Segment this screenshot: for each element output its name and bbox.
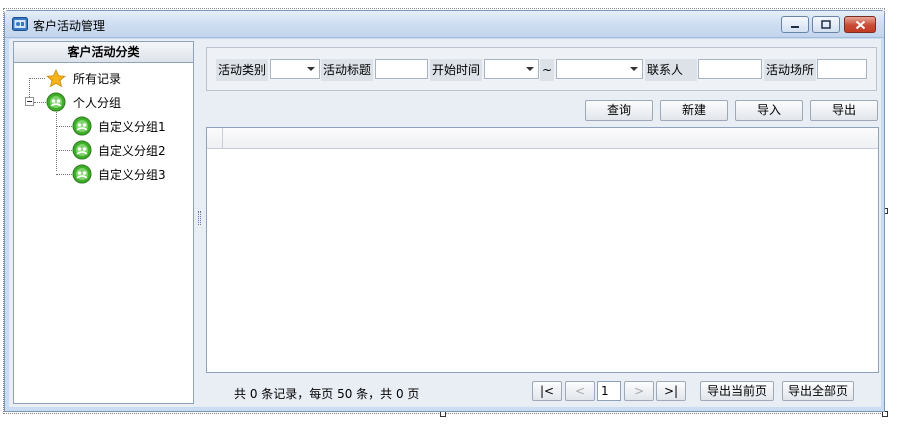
minimize-icon <box>791 25 799 28</box>
tree-node-label: 自定义分组3 <box>98 167 166 182</box>
star-icon <box>46 68 66 87</box>
activity-type-label: 活动类别 <box>216 59 269 81</box>
tree-node-label: 自定义分组2 <box>98 143 166 158</box>
activity-grid[interactable] <box>206 127 879 373</box>
group-icon <box>46 92 66 112</box>
grid-row-header-corner[interactable] <box>207 128 223 148</box>
pager-summary: 共 0 条记录，每页 50 条，共 0 页 <box>234 387 420 401</box>
category-tree-panel: 客户活动分类 所有记录 个人分组 自定义分组1 自定义分组2 自定义分组3 <box>13 41 194 404</box>
chevron-down-icon <box>526 67 534 71</box>
window-title: 客户活动管理 <box>33 19 106 33</box>
tree-collapse-toggle[interactable] <box>25 97 34 106</box>
close-icon <box>855 20 865 29</box>
prev-page-button[interactable]: < <box>565 381 595 401</box>
range-separator: ~ <box>540 59 555 81</box>
start-time-label: 开始时间 <box>430 59 483 81</box>
window-client-area: 客户活动分类 所有记录 个人分组 自定义分组1 自定义分组2 自定义分组3 活动… <box>9 39 881 407</box>
splitter-handle[interactable] <box>198 211 201 225</box>
tree-node-label: 个人分组 <box>73 95 122 110</box>
maximize-button[interactable] <box>812 16 840 33</box>
tree-connector <box>56 126 72 127</box>
tree-connector <box>56 150 72 151</box>
group-icon <box>72 116 92 136</box>
last-page-button[interactable]: >| <box>656 381 686 401</box>
tree-header: 客户活动分类 <box>14 42 193 63</box>
activity-type-combo[interactable] <box>270 59 320 79</box>
chevron-down-icon <box>630 67 638 71</box>
customer-activity-window: 客户活动管理 客户活动分类 所有记录 个人分组 自定义分组1 自定义分组2 自定… <box>4 10 885 412</box>
tree-node-custom-group-3[interactable]: 自定义分组3 <box>72 163 166 185</box>
tree-node-all-records[interactable]: 所有记录 <box>46 67 121 89</box>
export-button[interactable]: 导出 <box>810 100 878 121</box>
tree-connector <box>56 110 57 171</box>
start-time-from-combo[interactable] <box>484 59 539 79</box>
contact-label: 联系人 <box>645 59 697 81</box>
maximize-icon <box>821 20 831 29</box>
activity-title-input[interactable] <box>375 59 428 79</box>
title-bar[interactable]: 客户活动管理 <box>5 11 884 38</box>
create-button[interactable]: 新建 <box>660 100 728 121</box>
tree-node-label: 自定义分组1 <box>98 119 166 134</box>
import-button[interactable]: 导入 <box>735 100 803 121</box>
tree-connector <box>56 174 72 175</box>
export-current-page-button[interactable]: 导出当前页 <box>700 381 774 401</box>
venue-input[interactable] <box>817 59 867 79</box>
close-button[interactable] <box>844 16 876 33</box>
tree-node-custom-group-2[interactable]: 自定义分组2 <box>72 139 166 161</box>
tree-node-label: 所有记录 <box>73 71 122 86</box>
export-all-pages-button[interactable]: 导出全部页 <box>782 381 854 401</box>
start-time-to-combo[interactable] <box>556 59 643 79</box>
tree-connector <box>29 78 45 79</box>
minimize-button[interactable] <box>781 16 809 33</box>
next-page-button[interactable]: > <box>624 381 654 401</box>
app-icon <box>12 17 28 31</box>
grid-header <box>207 128 878 149</box>
chevron-down-icon <box>307 67 315 71</box>
first-page-button[interactable]: |< <box>532 381 562 401</box>
tree-node-personal-groups[interactable]: 个人分组 <box>46 91 121 113</box>
query-button[interactable]: 查询 <box>585 100 653 121</box>
activity-title-label: 活动标题 <box>321 59 374 81</box>
group-icon <box>72 164 92 184</box>
page-number-input[interactable]: 1 <box>597 381 621 401</box>
tree-node-custom-group-1[interactable]: 自定义分组1 <box>72 115 166 137</box>
tree-connector <box>34 102 46 103</box>
contact-input[interactable] <box>698 59 762 79</box>
venue-label: 活动场所 <box>764 59 817 81</box>
group-icon <box>72 140 92 160</box>
